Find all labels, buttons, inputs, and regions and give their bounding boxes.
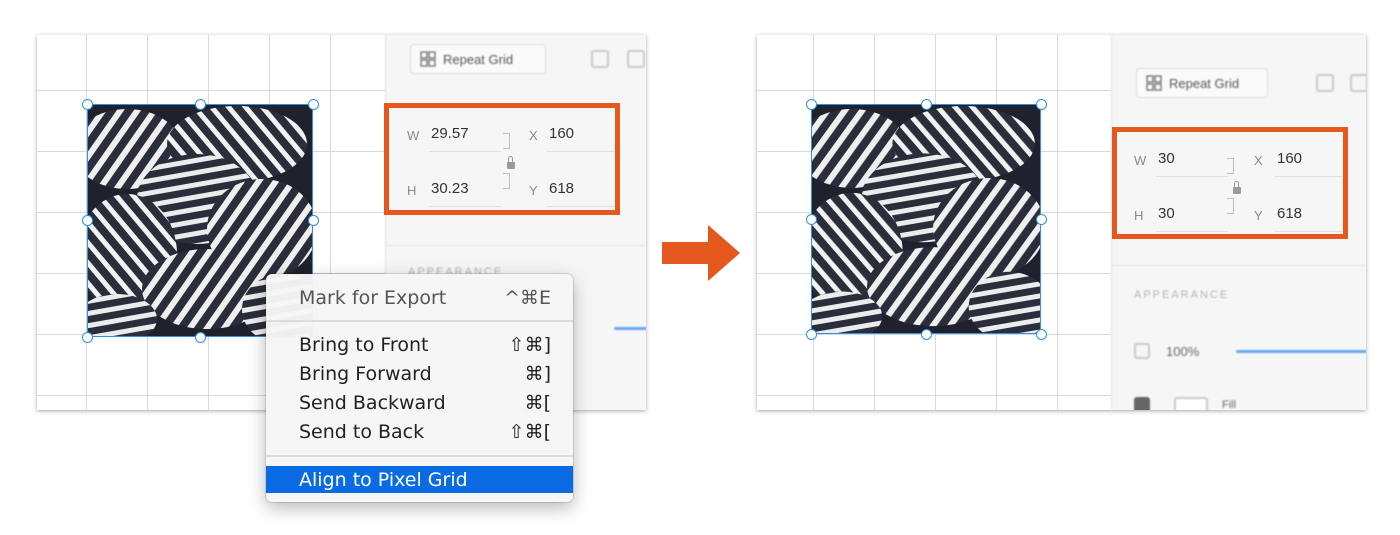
menu-item-bring-to-front[interactable]: Bring to Front ⇧⌘]: [266, 330, 573, 359]
appearance-section-label: APPEARANCE: [1134, 289, 1230, 301]
resize-handle-top-left[interactable]: [81, 98, 93, 110]
resize-handle-top[interactable]: [920, 98, 932, 110]
opacity-icon: [1134, 343, 1150, 359]
menu-item-label: Send to Back: [299, 420, 425, 443]
resize-handle-top-left[interactable]: [805, 98, 817, 110]
fill-swatch[interactable]: [1174, 397, 1208, 410]
fill-label: Fill: [1222, 399, 1237, 410]
ungroup-icon[interactable]: [1350, 74, 1366, 92]
resize-handle-bottom-left[interactable]: [81, 331, 93, 343]
menu-item-label: Bring to Front: [299, 333, 429, 356]
menu-item-label: Mark for Export: [299, 286, 447, 309]
menu-separator: [266, 320, 573, 322]
highlight-box-before: [384, 103, 620, 215]
group-icon[interactable]: [591, 50, 609, 68]
resize-handle-right[interactable]: [307, 214, 319, 226]
context-menu: Mark for Export ^⌘E Bring to Front ⇧⌘] B…: [266, 274, 573, 502]
repeat-grid-label: Repeat Grid: [443, 51, 514, 67]
menu-item-mark-for-export[interactable]: Mark for Export ^⌘E: [266, 283, 573, 312]
resize-handle-left[interactable]: [805, 213, 817, 225]
fill-checkbox[interactable]: [1134, 397, 1150, 410]
repeat-grid-icon: [420, 51, 436, 67]
repeat-grid-button[interactable]: Repeat Grid: [410, 44, 546, 74]
arrow-right-icon: [662, 225, 740, 281]
resize-handle-right[interactable]: [1035, 213, 1047, 225]
menu-item-label: Bring Forward: [299, 362, 432, 385]
ungroup-icon[interactable]: [627, 50, 645, 68]
opacity-value[interactable]: 100%: [1166, 344, 1199, 359]
menu-item-align-to-pixel-grid[interactable]: Align to Pixel Grid: [266, 466, 573, 493]
menu-item-shortcut: ⌘]: [524, 362, 551, 385]
menu-separator: [266, 455, 573, 457]
menu-item-shortcut: ^⌘E: [504, 286, 551, 309]
repeat-grid-button[interactable]: Repeat Grid: [1136, 68, 1268, 98]
highlight-box-after: [1112, 127, 1348, 239]
resize-handle-left[interactable]: [81, 214, 93, 226]
menu-item-shortcut: ⇧⌘]: [508, 333, 551, 356]
menu-item-send-backward[interactable]: Send Backward ⌘[: [266, 388, 573, 417]
panel-divider: [1112, 265, 1366, 266]
group-icon[interactable]: [1316, 74, 1334, 92]
repeat-grid-icon: [1146, 75, 1162, 91]
resize-handle-top[interactable]: [194, 98, 206, 110]
menu-item-shortcut: ⇧⌘[: [508, 420, 551, 443]
resize-handle-top-right[interactable]: [307, 98, 319, 110]
opacity-slider[interactable]: [1236, 350, 1366, 353]
menu-item-label: Align to Pixel Grid: [299, 468, 468, 491]
resize-handle-bottom[interactable]: [920, 328, 932, 340]
resize-handle-bottom-right[interactable]: [1035, 328, 1047, 340]
menu-item-bring-forward[interactable]: Bring Forward ⌘]: [266, 359, 573, 388]
menu-item-send-to-back[interactable]: Send to Back ⇧⌘[: [266, 417, 573, 446]
resize-handle-top-right[interactable]: [1035, 98, 1047, 110]
resize-handle-bottom-left[interactable]: [805, 328, 817, 340]
resize-handle-bottom[interactable]: [194, 331, 206, 343]
repeat-grid-label: Repeat Grid: [1169, 75, 1240, 91]
knot-pillow-image[interactable]: [811, 104, 1041, 334]
panel-divider: [386, 245, 646, 246]
opacity-slider[interactable]: [614, 327, 646, 330]
menu-item-shortcut: ⌘[: [524, 391, 551, 414]
menu-item-label: Send Backward: [299, 391, 446, 414]
